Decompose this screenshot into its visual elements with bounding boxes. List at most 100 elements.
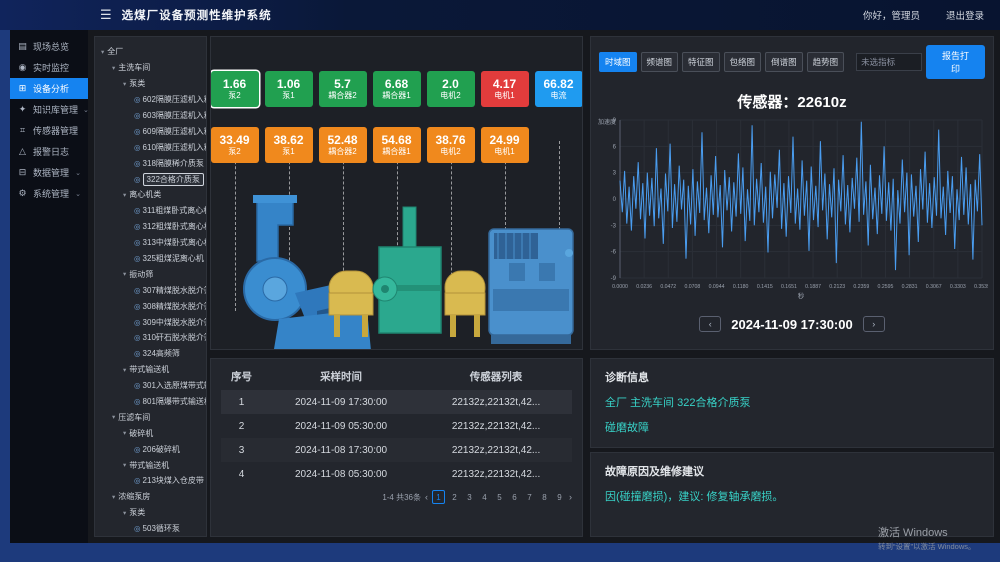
tree-node[interactable]: ◎325粗煤泥离心机 bbox=[95, 251, 206, 267]
logout-link[interactable]: 退出登录 bbox=[946, 8, 984, 22]
tree-node[interactable]: ▾带式输送机 bbox=[95, 457, 206, 473]
tree-expand-icon[interactable]: ▾ bbox=[123, 80, 126, 88]
pagination-page[interactable]: 5 bbox=[494, 491, 505, 503]
tree-node[interactable]: ◎322合格介质泵 bbox=[95, 171, 206, 187]
tree-node[interactable]: ▾泵类 bbox=[95, 505, 206, 521]
tree-node-label: 带式输送机 bbox=[129, 460, 169, 471]
svg-text:0.1180: 0.1180 bbox=[733, 284, 749, 290]
prev-date-button[interactable]: ‹ bbox=[699, 316, 721, 332]
tree-node-label: 311粗煤卧式离心机 bbox=[143, 205, 206, 216]
sensor-badge-bottom[interactable]: 38.62泵1 bbox=[265, 127, 313, 163]
tree-expand-icon[interactable]: ▾ bbox=[112, 413, 115, 421]
indicator-select-input[interactable] bbox=[856, 53, 922, 71]
sensor-badge-bottom[interactable]: 38.76电机2 bbox=[427, 127, 475, 163]
tree-node[interactable]: ◎308精煤脱水脱介筛 bbox=[95, 298, 206, 314]
sensor-badge-bottom[interactable]: 52.48耦合器2 bbox=[319, 127, 367, 163]
tree-node[interactable]: ◎610隔膜压滤机入料泵 bbox=[95, 139, 206, 155]
equipment-node-icon: ◎ bbox=[134, 302, 141, 311]
tree-expand-icon[interactable]: ▾ bbox=[101, 48, 104, 56]
tree-expand-icon[interactable]: ▾ bbox=[123, 366, 126, 374]
diagnosis-fault-type: 碰磨故障 bbox=[605, 419, 979, 435]
sensor-badge-top[interactable]: 6.68耦合器1 bbox=[373, 71, 421, 107]
sensor-badge-bottom[interactable]: 24.99电机1 bbox=[481, 127, 529, 163]
tree-node[interactable]: ◎311粗煤卧式离心机 bbox=[95, 203, 206, 219]
tree-node-label: 318隔膜稀介质泵 bbox=[143, 158, 204, 169]
chart-toolbar: 时域图频谱图特征图包络图倒谱图趋势图 报告打印 bbox=[591, 37, 993, 79]
tree-node[interactable]: ▾浓缩泵房 bbox=[95, 489, 206, 505]
sidebar-item-data[interactable]: ⊟数据管理⌄ bbox=[10, 162, 88, 183]
chart-tab[interactable]: 趋势图 bbox=[807, 52, 845, 72]
pagination-page[interactable]: 4 bbox=[479, 491, 490, 503]
tree-node[interactable]: ▾破碎机 bbox=[95, 425, 206, 441]
tree-node[interactable]: ◎801隔爆带式输送机 bbox=[95, 394, 206, 410]
tree-expand-icon[interactable]: ▾ bbox=[123, 461, 126, 469]
sensor-badge-top[interactable]: 2.0电机2 bbox=[427, 71, 475, 107]
pagination-page[interactable]: 7 bbox=[524, 491, 535, 503]
pagination-page[interactable]: 8 bbox=[539, 491, 550, 503]
pagination-page[interactable]: 9 bbox=[554, 491, 565, 503]
tree-expand-icon[interactable]: ▾ bbox=[123, 191, 126, 199]
menu-toggle-icon[interactable]: ☰ bbox=[100, 7, 112, 23]
tree-node[interactable]: ▾泵类 bbox=[95, 76, 206, 92]
next-date-button[interactable]: › bbox=[863, 316, 885, 332]
tree-node[interactable]: ◎309中煤脱水脱介筛 bbox=[95, 314, 206, 330]
sidebar-item-overview[interactable]: ▤现场总览 bbox=[10, 36, 88, 57]
sensor-badge-top[interactable]: 5.7耦合器2 bbox=[319, 71, 367, 107]
tree-node[interactable]: ▾主洗车间 bbox=[95, 60, 206, 76]
tree-node[interactable]: ◎609隔膜压滤机入料泵 bbox=[95, 123, 206, 139]
tree-node[interactable]: ◎603隔膜压滤机入料泵 bbox=[95, 108, 206, 124]
table-row[interactable]: 32024-11-08 17:30:0022132z,22132t,42... bbox=[221, 438, 572, 462]
tree-expand-icon[interactable]: ▾ bbox=[123, 270, 126, 278]
chart-tab[interactable]: 特征图 bbox=[682, 52, 720, 72]
chart-tab[interactable]: 包络图 bbox=[724, 52, 762, 72]
tree-node[interactable]: ◎301入选原煤带式输送机 bbox=[95, 378, 206, 394]
pagination-page[interactable]: 2 bbox=[449, 491, 460, 503]
tree-node[interactable]: ◎602隔膜压滤机入料泵 bbox=[95, 92, 206, 108]
sidebar-item-knowledge[interactable]: ✦知识库管理⌄ bbox=[10, 99, 88, 120]
sidebar-item-analysis[interactable]: ⊞设备分析 bbox=[10, 78, 88, 99]
tree-node[interactable]: ◎206破碎机 bbox=[95, 441, 206, 457]
tree-node[interactable]: ▾全厂 bbox=[95, 44, 206, 60]
tree-expand-icon[interactable]: ▾ bbox=[123, 429, 126, 437]
table-row[interactable]: 22024-11-09 05:30:0022132z,22132t,42... bbox=[221, 414, 572, 438]
pagination-next-icon[interactable]: › bbox=[569, 492, 572, 502]
chart-tab[interactable]: 频谱图 bbox=[641, 52, 679, 72]
table-row[interactable]: 12024-11-09 17:30:0022132z,22132t,42... bbox=[221, 390, 572, 414]
sidebar-item-sensor[interactable]: ⌗传感器管理 bbox=[10, 120, 88, 141]
sensor-badge-top[interactable]: 66.82电流 bbox=[535, 71, 583, 107]
table-row[interactable]: 42024-11-08 05:30:0022132z,22132t,42... bbox=[221, 462, 572, 486]
tree-node[interactable]: ◎318隔膜稀介质泵 bbox=[95, 155, 206, 171]
tree-node-label: 泵类 bbox=[129, 78, 145, 89]
tree-node[interactable]: ▾带式输送机 bbox=[95, 362, 206, 378]
sidebar-item-system[interactable]: ⚙系统管理⌄ bbox=[10, 183, 88, 204]
tree-node[interactable]: ◎503循环泵 bbox=[95, 521, 206, 537]
tree-node[interactable]: ▾振动筛 bbox=[95, 266, 206, 282]
sensor-badge-bottom[interactable]: 54.68耦合器1 bbox=[373, 127, 421, 163]
tree-expand-icon[interactable]: ▾ bbox=[112, 493, 115, 501]
badge-value: 2.0 bbox=[442, 77, 459, 91]
sensor-badge-top[interactable]: 1.66泵2 bbox=[211, 71, 259, 107]
tree-node[interactable]: ◎213块煤入仓皮带 bbox=[95, 473, 206, 489]
tree-node[interactable]: ◎312粗煤卧式离心机 bbox=[95, 219, 206, 235]
sidebar-item-monitor[interactable]: ◉实时监控 bbox=[10, 57, 88, 78]
tree-node[interactable]: ◎324高频筛 bbox=[95, 346, 206, 362]
tree-expand-icon[interactable]: ▾ bbox=[123, 509, 126, 517]
pagination-page[interactable]: 6 bbox=[509, 491, 520, 503]
sidebar-item-alarm[interactable]: △报警日志 bbox=[10, 141, 88, 162]
sensor-badge-bottom[interactable]: 33.49泵2 bbox=[211, 127, 259, 163]
tree-node-label: 泵类 bbox=[129, 507, 145, 518]
tree-node[interactable]: ▾压滤车间 bbox=[95, 409, 206, 425]
sensor-badge-top[interactable]: 1.06泵1 bbox=[265, 71, 313, 107]
pagination-page[interactable]: 3 bbox=[464, 491, 475, 503]
tree-expand-icon[interactable]: ▾ bbox=[112, 64, 115, 72]
tree-node[interactable]: ▾离心机类 bbox=[95, 187, 206, 203]
tree-node[interactable]: ◎310矸石脱水脱介筛 bbox=[95, 330, 206, 346]
tree-node[interactable]: ◎313中煤卧式离心机 bbox=[95, 235, 206, 251]
tree-node[interactable]: ◎307精煤脱水脱介筛 bbox=[95, 282, 206, 298]
chart-tab[interactable]: 倒谱图 bbox=[765, 52, 803, 72]
chart-tab[interactable]: 时域图 bbox=[599, 52, 637, 72]
pagination-prev-icon[interactable]: ‹ bbox=[425, 492, 428, 502]
pagination-page[interactable]: 1 bbox=[432, 490, 445, 504]
print-report-button[interactable]: 报告打印 bbox=[926, 45, 985, 79]
sensor-badge-top[interactable]: 4.17电机1 bbox=[481, 71, 529, 107]
